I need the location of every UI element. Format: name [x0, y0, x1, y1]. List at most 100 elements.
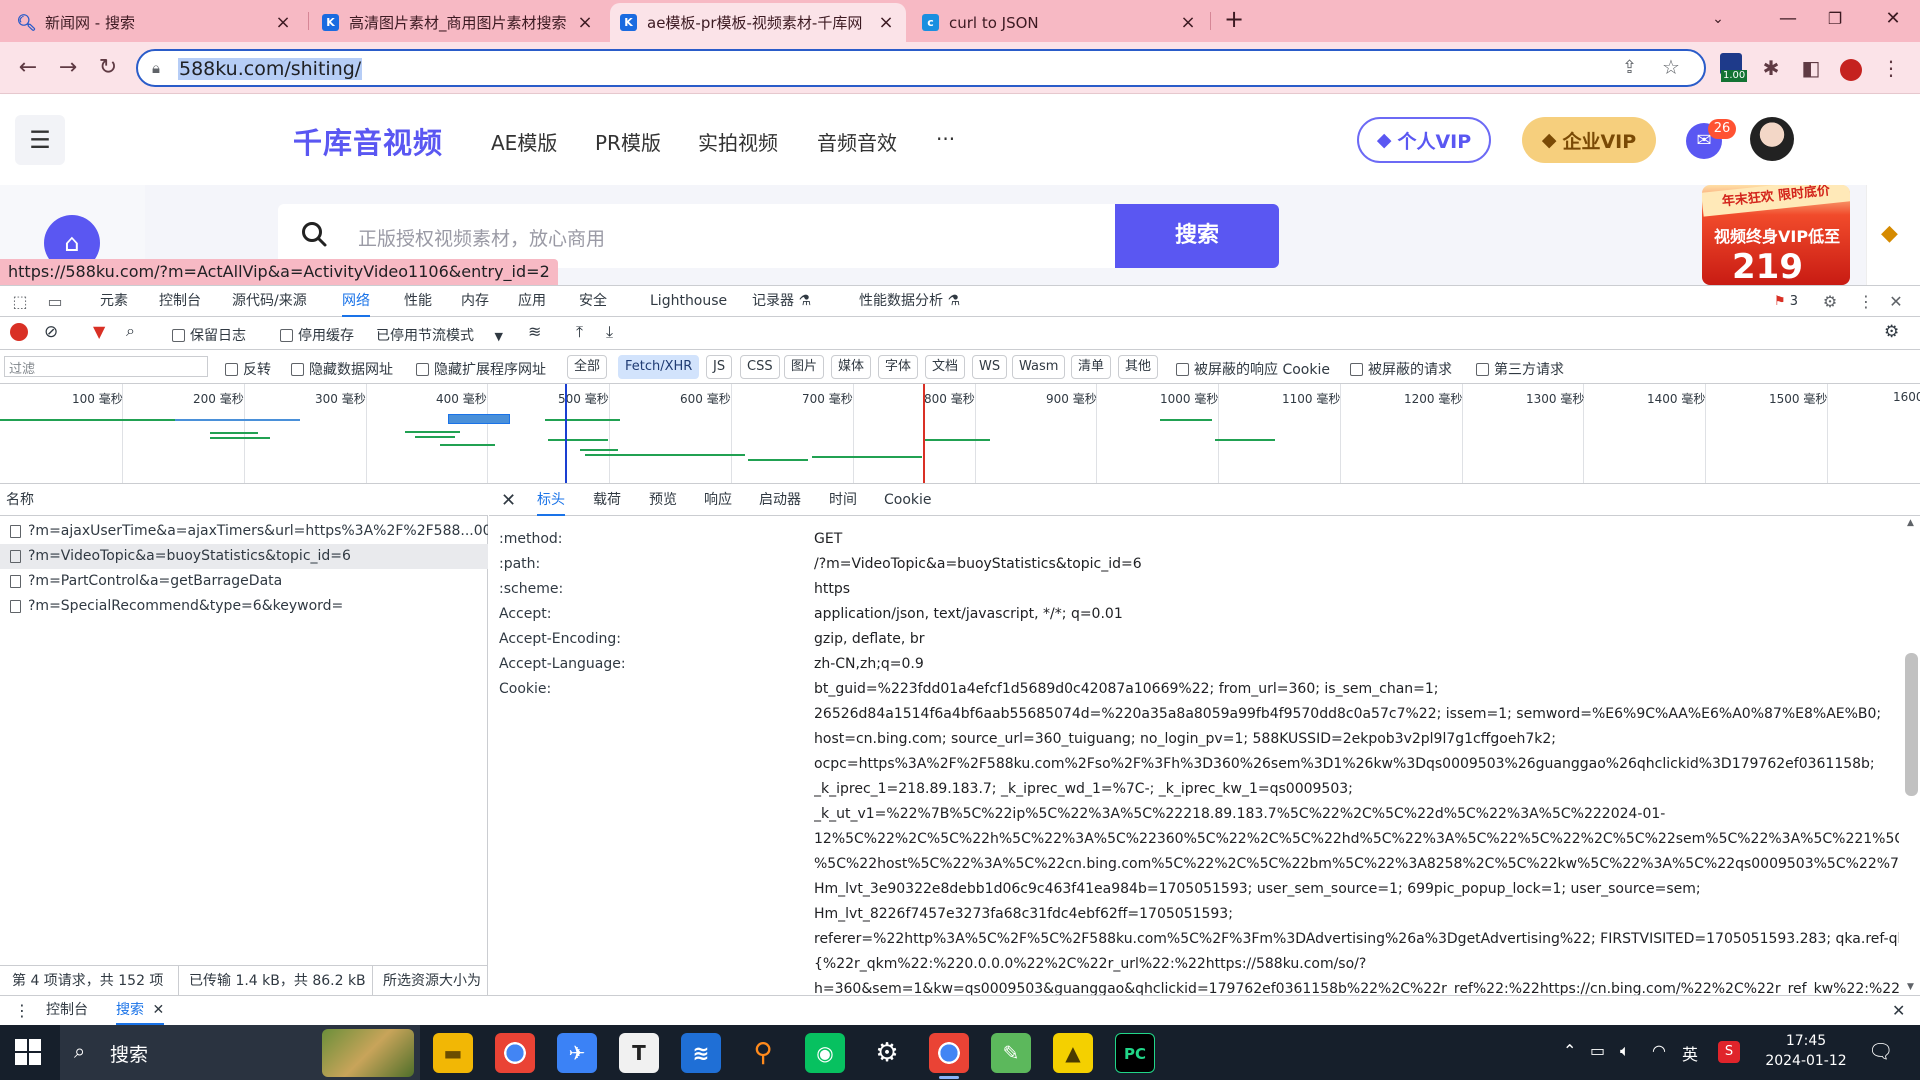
tab-headers[interactable]: 标头	[537, 485, 565, 516]
close-icon[interactable]: ×	[1178, 12, 1198, 33]
inspect-element-icon[interactable]: ⬚	[10, 292, 30, 312]
chrome-profile-icon[interactable]	[929, 1033, 969, 1079]
filter-type-fetch-xhr[interactable]: Fetch/XHR	[618, 355, 700, 379]
tab-memory[interactable]: 内存	[461, 286, 489, 317]
preserve-log-checkbox[interactable]: 保留日志	[172, 325, 246, 345]
close-icon[interactable]: ×	[273, 12, 293, 33]
hamburger-menu-icon[interactable]: ☰	[15, 115, 65, 165]
filter-input[interactable]: 过滤	[4, 356, 208, 377]
throttling-select[interactable]: 已停用节流模式 ▼	[376, 325, 503, 345]
nav-more[interactable]: ···	[936, 127, 955, 151]
tab-recorder[interactable]: 记录器 ⚗	[752, 286, 811, 317]
drawer-close-icon[interactable]: ✕	[1892, 996, 1905, 1025]
browser-tab-image-assets[interactable]: K 高清图片素材_商用图片素材搜索 ×	[312, 3, 605, 42]
import-har-icon[interactable]: ⤒	[576, 322, 583, 342]
tab-preview[interactable]: 预览	[649, 485, 677, 516]
filter-type-img[interactable]: 图片	[784, 355, 825, 379]
scrollbar-thumb[interactable]	[1905, 653, 1918, 796]
scroll-down-arrow-icon[interactable]: ▼	[1907, 982, 1914, 992]
network-settings-gear-icon[interactable]: ⚙	[1884, 322, 1899, 342]
drawer-tab-search[interactable]: 搜索 ✕	[116, 996, 165, 1025]
tab-elements[interactable]: 元素	[100, 286, 128, 317]
issues-counter[interactable]: ⚑ 3	[1766, 292, 1806, 312]
close-icon[interactable]: ×	[876, 12, 896, 33]
vs-icon[interactable]: ≋	[681, 1033, 721, 1073]
blocked-cookies-checkbox[interactable]: 被屏蔽的响应 Cookie	[1176, 359, 1330, 379]
devtools-more-icon[interactable]: ⋮	[1856, 292, 1876, 312]
ime-indicator[interactable]: 英	[1682, 1041, 1698, 1065]
device-toolbar-icon[interactable]: ▭	[45, 292, 65, 312]
nav-link-audio[interactable]: 音频音效	[817, 127, 897, 156]
request-row-selected[interactable]: ?m=VideoTopic&a=buoyStatistics&topic_id=…	[0, 544, 488, 569]
close-icon[interactable]: ×	[575, 12, 595, 33]
settings-gear-icon[interactable]: ⚙	[1820, 292, 1840, 312]
tab-initiator[interactable]: 启动器	[759, 485, 801, 516]
third-party-checkbox[interactable]: 第三方请求	[1476, 359, 1564, 379]
filter-type-css[interactable]: CSS	[740, 355, 780, 379]
tab-response[interactable]: 响应	[704, 485, 732, 516]
filter-type-font[interactable]: 字体	[878, 355, 919, 379]
close-detail-icon[interactable]: ✕	[501, 485, 516, 516]
reload-button[interactable]: ↻	[92, 52, 124, 84]
filter-type-other[interactable]: 其他	[1118, 355, 1159, 379]
minimize-button[interactable]: —	[1765, 0, 1811, 40]
tab-performance[interactable]: 性能	[404, 286, 432, 317]
back-button[interactable]: ←	[12, 52, 44, 84]
tab-search-chevron-down-icon[interactable]: ⌄	[1695, 0, 1741, 40]
restore-button[interactable]: ❐	[1812, 0, 1858, 40]
extension-icon[interactable]: 1.00	[1715, 52, 1748, 84]
volume-icon[interactable]: 🔈︎	[1620, 1041, 1630, 1061]
filter-type-all[interactable]: 全部	[567, 355, 608, 379]
tab-console[interactable]: 控制台	[159, 286, 201, 317]
windows-start-icon[interactable]	[15, 1039, 41, 1065]
puzzle-extensions-icon[interactable]: ✱	[1755, 52, 1787, 84]
hide-data-urls-checkbox[interactable]: 隐藏数据网址	[291, 359, 393, 379]
taskbar-search-box[interactable]: ⌕ 搜索	[60, 1025, 420, 1080]
sticky-icon[interactable]: ▲	[1053, 1033, 1093, 1073]
share-icon[interactable]: ⇪	[1622, 57, 1637, 78]
typora-icon[interactable]: T	[619, 1033, 659, 1073]
nav-link-pr[interactable]: PR模版	[595, 127, 661, 156]
tab-performance-insights[interactable]: 性能数据分析 ⚗	[859, 286, 960, 317]
request-row[interactable]: ?m=PartControl&a=getBarrageData	[0, 569, 488, 594]
filter-funnel-icon[interactable]: ▼	[93, 322, 105, 341]
wifi-icon[interactable]: ◠	[1652, 1041, 1666, 1060]
tab-sources[interactable]: 源代码/来源	[232, 286, 307, 317]
scroll-up-arrow-icon[interactable]: ▲	[1907, 518, 1914, 528]
close-icon[interactable]: ✕	[152, 1002, 164, 1018]
nav-link-footage[interactable]: 实拍视频	[698, 127, 778, 156]
filter-type-manifest[interactable]: 清单	[1071, 355, 1112, 379]
site-logo[interactable]: 千库音视频	[293, 120, 443, 162]
new-tab-button[interactable]: +	[1211, 0, 1257, 40]
file-explorer-icon[interactable]: ▬	[433, 1033, 473, 1073]
filter-type-js[interactable]: JS	[706, 355, 733, 379]
tab-timing[interactable]: 时间	[829, 485, 857, 516]
side-panel-icon[interactable]: ◧	[1795, 52, 1827, 84]
pycharm-icon[interactable]: PC	[1115, 1033, 1155, 1073]
filter-type-wasm[interactable]: Wasm	[1012, 355, 1066, 379]
network-conditions-icon[interactable]: ≋	[528, 322, 541, 341]
tab-application[interactable]: 应用	[518, 286, 546, 317]
record-stop-icon[interactable]	[10, 323, 28, 341]
url-text[interactable]: 588ku.com/shiting/	[178, 58, 363, 80]
devtools-close-icon[interactable]: ✕	[1886, 292, 1906, 312]
user-avatar[interactable]	[1750, 117, 1794, 161]
forward-button[interactable]: →	[52, 52, 84, 84]
export-har-icon[interactable]: ⤓	[606, 322, 613, 342]
enterprise-vip-button[interactable]: ◆ 企业VIP	[1522, 117, 1656, 163]
browser-tab-news-search[interactable]: 🔍︎ 新闻网 - 搜索 ×	[8, 3, 303, 42]
drawer-menu-icon[interactable]: ⋮	[14, 996, 30, 1025]
request-row[interactable]: ?m=SpecialRecommend&type=6&keyword=	[0, 594, 488, 619]
drawer-tab-console[interactable]: 控制台	[46, 996, 88, 1025]
more-menu-icon[interactable]: ⋮	[1875, 52, 1907, 84]
search-tool-icon[interactable]: ⚲	[743, 1033, 783, 1073]
tab-cookies[interactable]: Cookie	[884, 485, 932, 516]
battery-icon[interactable]: ▭	[1590, 1041, 1605, 1060]
search-icon[interactable]: ⌕	[126, 321, 135, 341]
filter-type-doc[interactable]: 文档	[925, 355, 966, 379]
tray-overflow-chevron-icon[interactable]: ⌃	[1563, 1041, 1576, 1060]
address-bar[interactable]: 🔒︎ 588ku.com/shiting/ ⇪ ☆	[136, 49, 1706, 87]
personal-vip-button[interactable]: ◆ 个人VIP	[1357, 117, 1491, 163]
network-overview-timeline[interactable]: 100 毫秒 200 毫秒 300 毫秒 400 毫秒 500 毫秒 600 毫…	[0, 384, 1920, 484]
promo-banner[interactable]: 年末狂欢 限时底价 视频终身VIP低至 219	[1702, 185, 1850, 285]
